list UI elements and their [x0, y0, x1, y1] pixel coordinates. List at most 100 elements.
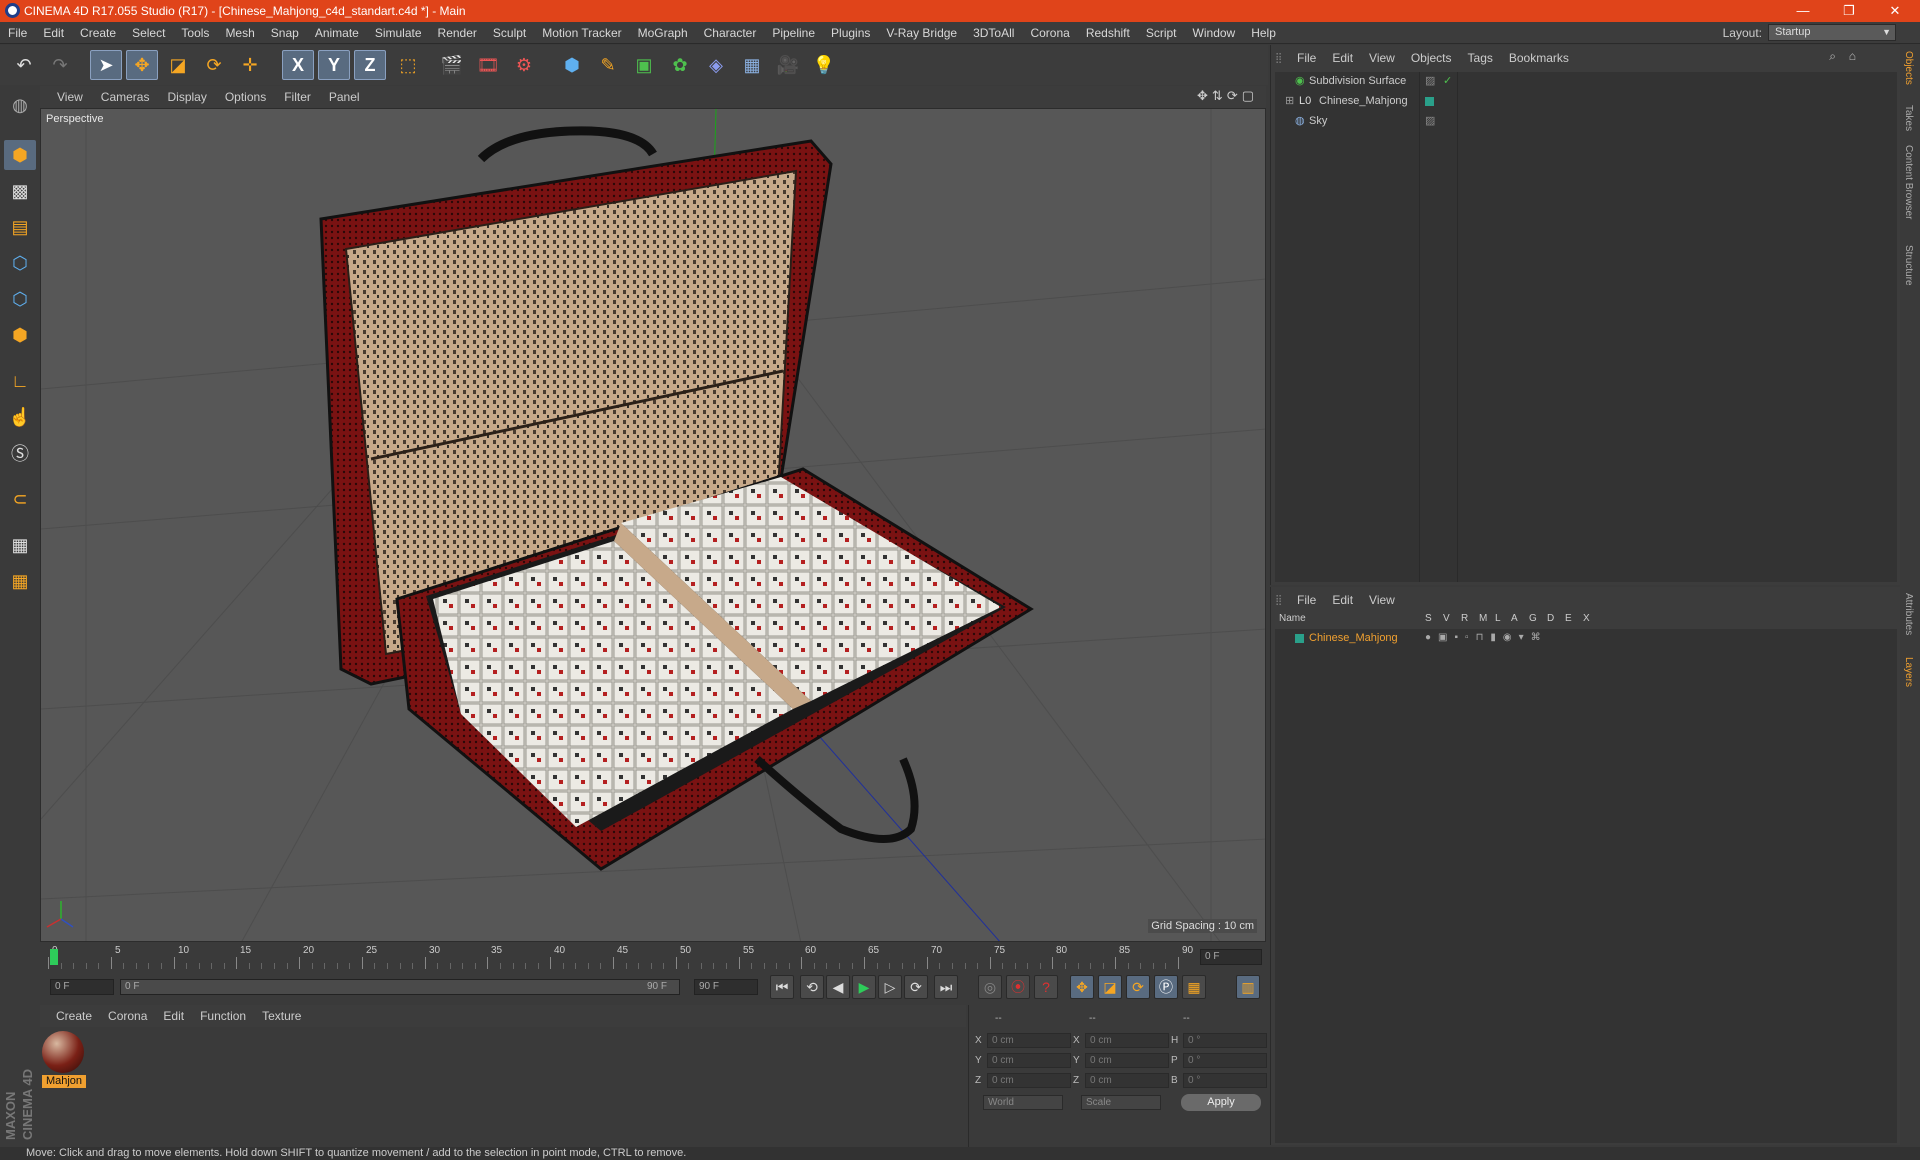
- menu-select[interactable]: Select: [124, 26, 173, 40]
- menu-tools[interactable]: Tools: [173, 26, 217, 40]
- menu-sculpt[interactable]: Sculpt: [485, 26, 534, 40]
- light-icon[interactable]: 💡: [808, 50, 840, 80]
- cube-icon[interactable]: ⬢: [556, 50, 588, 80]
- tab-layers[interactable]: Layers: [1903, 657, 1914, 687]
- menu-help[interactable]: Help: [1243, 26, 1284, 40]
- material-menu-corona[interactable]: Corona: [100, 1009, 155, 1023]
- position-y-field[interactable]: 0 cm: [987, 1053, 1071, 1068]
- camera-icon[interactable]: 🎥: [772, 50, 804, 80]
- points-mode-icon[interactable]: ⬡: [4, 248, 36, 278]
- object-home-icon[interactable]: ⌂: [1849, 49, 1856, 63]
- lock-workplane-icon[interactable]: ▦: [4, 530, 36, 560]
- key-parameter-icon[interactable]: Ⓟ: [1154, 975, 1178, 999]
- scale-icon[interactable]: ◪: [162, 50, 194, 80]
- model-mode-icon[interactable]: ⬢: [4, 140, 36, 170]
- coordinate-mode-dropdown[interactable]: World: [983, 1095, 1063, 1110]
- layer-menu-file[interactable]: File: [1289, 593, 1324, 607]
- auto-key-icon[interactable]: ?: [1034, 975, 1058, 999]
- menu-redshift[interactable]: Redshift: [1078, 26, 1138, 40]
- tab-content-browser[interactable]: Content Browser: [1903, 145, 1914, 219]
- rotation-b-field[interactable]: 0 °: [1183, 1073, 1267, 1088]
- rotate-icon[interactable]: ⟳: [198, 50, 230, 80]
- object-row-sky[interactable]: ◍ Sky ▨: [1275, 112, 1897, 130]
- spline-pen-icon[interactable]: ✎: [592, 50, 624, 80]
- key-position-icon[interactable]: ✥: [1070, 975, 1094, 999]
- current-frame-field[interactable]: 0 F: [1200, 949, 1262, 965]
- object-menu-objects[interactable]: Objects: [1403, 51, 1460, 65]
- make-editable-icon[interactable]: ◍: [4, 90, 36, 120]
- polygons-mode-icon[interactable]: ⬢: [4, 320, 36, 350]
- minimize-button[interactable]: —: [1780, 0, 1826, 22]
- goto-end-icon[interactable]: ⏭: [934, 975, 958, 999]
- menu-file[interactable]: File: [0, 26, 35, 40]
- menu-mesh[interactable]: Mesh: [217, 26, 262, 40]
- timeline-window-icon[interactable]: ▥: [1236, 975, 1260, 999]
- expand-icon[interactable]: ⊞: [1285, 92, 1294, 110]
- layer-menu-edit[interactable]: Edit: [1324, 593, 1361, 607]
- menu-motion-tracker[interactable]: Motion Tracker: [534, 26, 629, 40]
- key-pla-icon[interactable]: ▦: [1182, 975, 1206, 999]
- render-settings-icon[interactable]: ⚙: [508, 50, 540, 80]
- workplane-icon[interactable]: ▤: [4, 212, 36, 242]
- menu-vray-bridge[interactable]: V-Ray Bridge: [878, 26, 965, 40]
- close-button[interactable]: ✕: [1872, 0, 1918, 22]
- viewport-menu-filter[interactable]: Filter: [275, 90, 320, 104]
- object-menu-view[interactable]: View: [1361, 51, 1403, 65]
- viewport-menu-panel[interactable]: Panel: [320, 90, 369, 104]
- size-mode-dropdown[interactable]: Scale: [1081, 1095, 1161, 1110]
- layer-menu-view[interactable]: View: [1361, 593, 1403, 607]
- visibility-toggle-icon[interactable]: ▨: [1425, 112, 1435, 130]
- play-icon[interactable]: ▶: [852, 975, 876, 999]
- tab-attributes[interactable]: Attributes: [1903, 593, 1914, 635]
- rotation-p-field[interactable]: 0 °: [1183, 1053, 1267, 1068]
- x-axis-icon[interactable]: X: [282, 50, 314, 80]
- live-select-icon[interactable]: ✛: [234, 50, 266, 80]
- menu-render[interactable]: Render: [430, 26, 485, 40]
- menu-corona[interactable]: Corona: [1022, 26, 1077, 40]
- key-scale-icon[interactable]: ◪: [1098, 975, 1122, 999]
- menu-simulate[interactable]: Simulate: [367, 26, 430, 40]
- material-menu-texture[interactable]: Texture: [254, 1009, 309, 1023]
- menu-script[interactable]: Script: [1138, 26, 1185, 40]
- prev-key-icon[interactable]: ⟲: [800, 975, 824, 999]
- size-y-field[interactable]: 0 cm: [1085, 1053, 1169, 1068]
- render-view-icon[interactable]: 🎬: [436, 50, 468, 80]
- viewport-menu-options[interactable]: Options: [216, 90, 275, 104]
- tab-takes[interactable]: Takes: [1903, 105, 1914, 131]
- end-frame-field[interactable]: 90 F: [694, 979, 758, 995]
- magnet-icon[interactable]: ⊂: [4, 484, 36, 514]
- layer-row[interactable]: Chinese_Mahjong ●▣▪▫⊓▮◉▾⌘: [1275, 629, 1897, 647]
- visibility-toggle-icon[interactable]: ▨: [1425, 72, 1435, 90]
- size-z-field[interactable]: 0 cm: [1085, 1073, 1169, 1088]
- prev-frame-icon[interactable]: ◀: [826, 975, 850, 999]
- perspective-viewport[interactable]: Perspective Grid Spacing : 10 cm: [40, 108, 1266, 942]
- deformer-icon[interactable]: ◈: [700, 50, 732, 80]
- layout-dropdown[interactable]: Startup ▼: [1768, 24, 1896, 41]
- timeline-ruler[interactable]: 051015202530354045505560657075808590 0 F: [40, 943, 1266, 971]
- menu-plugins[interactable]: Plugins: [823, 26, 878, 40]
- start-frame-field[interactable]: 0 F: [50, 979, 114, 995]
- object-row-chinese-mahjong[interactable]: ⊞ L0 Chinese_Mahjong: [1275, 92, 1897, 110]
- tab-structure[interactable]: Structure: [1903, 245, 1914, 286]
- move-icon[interactable]: ✥: [126, 50, 158, 80]
- texture-mode-icon[interactable]: ▩: [4, 176, 36, 206]
- apply-button[interactable]: Apply: [1181, 1094, 1261, 1111]
- menu-mograph[interactable]: MoGraph: [630, 26, 696, 40]
- object-menu-bookmarks[interactable]: Bookmarks: [1501, 51, 1577, 65]
- object-menu-tags[interactable]: Tags: [1460, 51, 1501, 65]
- object-search-icon[interactable]: ⌕: [1829, 49, 1836, 64]
- object-menu-file[interactable]: File: [1289, 51, 1324, 65]
- position-z-field[interactable]: 0 cm: [987, 1073, 1071, 1088]
- menu-snap[interactable]: Snap: [263, 26, 307, 40]
- y-axis-icon[interactable]: Y: [318, 50, 350, 80]
- next-frame-icon[interactable]: ▷: [878, 975, 902, 999]
- undo-icon[interactable]: ↶: [8, 50, 40, 80]
- axis-mode-icon[interactable]: ∟: [4, 366, 36, 396]
- enabled-check-icon[interactable]: ✓: [1443, 72, 1452, 90]
- menu-3dtoall[interactable]: 3DToAll: [965, 26, 1022, 40]
- edges-mode-icon[interactable]: ⬡: [4, 284, 36, 314]
- material-menu-edit[interactable]: Edit: [155, 1009, 192, 1023]
- object-row-subdivision-surface[interactable]: ◉ Subdivision Surface ▨ ✓: [1275, 72, 1897, 90]
- floor-icon[interactable]: ▦: [736, 50, 768, 80]
- z-axis-icon[interactable]: Z: [354, 50, 386, 80]
